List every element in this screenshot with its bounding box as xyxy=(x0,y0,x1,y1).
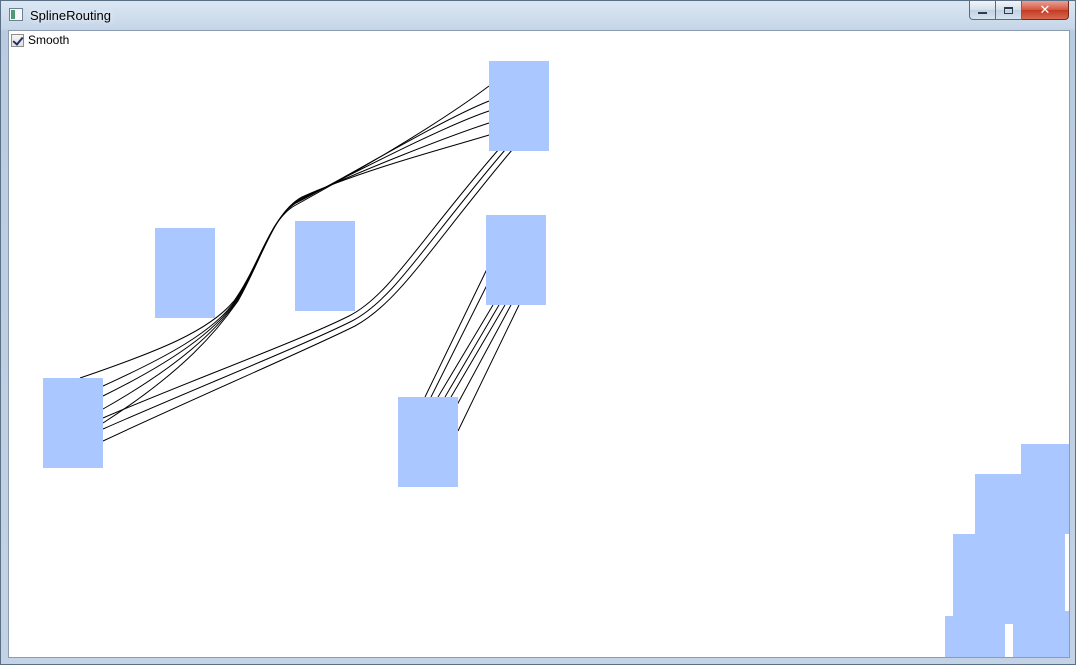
maximize-button[interactable] xyxy=(996,1,1022,20)
graph-node[interactable] xyxy=(945,616,1005,658)
graph-node[interactable] xyxy=(486,215,546,305)
window-title: SplineRouting xyxy=(30,8,111,23)
nodes xyxy=(43,61,1070,658)
graph-canvas-area[interactable]: Smooth xyxy=(8,30,1070,658)
app-icon xyxy=(9,8,23,21)
smooth-checkbox-label[interactable]: Smooth xyxy=(28,33,69,47)
maximize-icon xyxy=(1004,6,1013,14)
graph-edge[interactable] xyxy=(444,304,500,398)
graph-node[interactable] xyxy=(43,378,103,468)
graph-node[interactable] xyxy=(295,221,355,311)
graph-node[interactable] xyxy=(155,228,215,318)
minimize-button[interactable] xyxy=(969,1,996,20)
graph-canvas[interactable] xyxy=(9,31,1070,658)
graph-node[interactable] xyxy=(1013,611,1070,658)
minimize-icon xyxy=(978,12,987,14)
graph-edge[interactable] xyxy=(430,280,490,398)
smooth-checkbox-row[interactable]: Smooth xyxy=(11,33,69,47)
graph-edge[interactable] xyxy=(437,304,494,398)
title-bar[interactable]: SplineRouting ✕ xyxy=(1,1,1075,30)
graph-node[interactable] xyxy=(489,61,549,151)
smooth-checkbox[interactable] xyxy=(11,33,24,47)
graph-node[interactable] xyxy=(953,534,1065,624)
app-window: SplineRouting ✕ Smooth xyxy=(0,0,1076,665)
graph-node[interactable] xyxy=(398,397,458,487)
graph-edge[interactable] xyxy=(79,85,490,379)
close-icon: ✕ xyxy=(1039,2,1051,18)
close-button[interactable]: ✕ xyxy=(1022,1,1069,20)
caption-buttons: ✕ xyxy=(969,1,1069,21)
